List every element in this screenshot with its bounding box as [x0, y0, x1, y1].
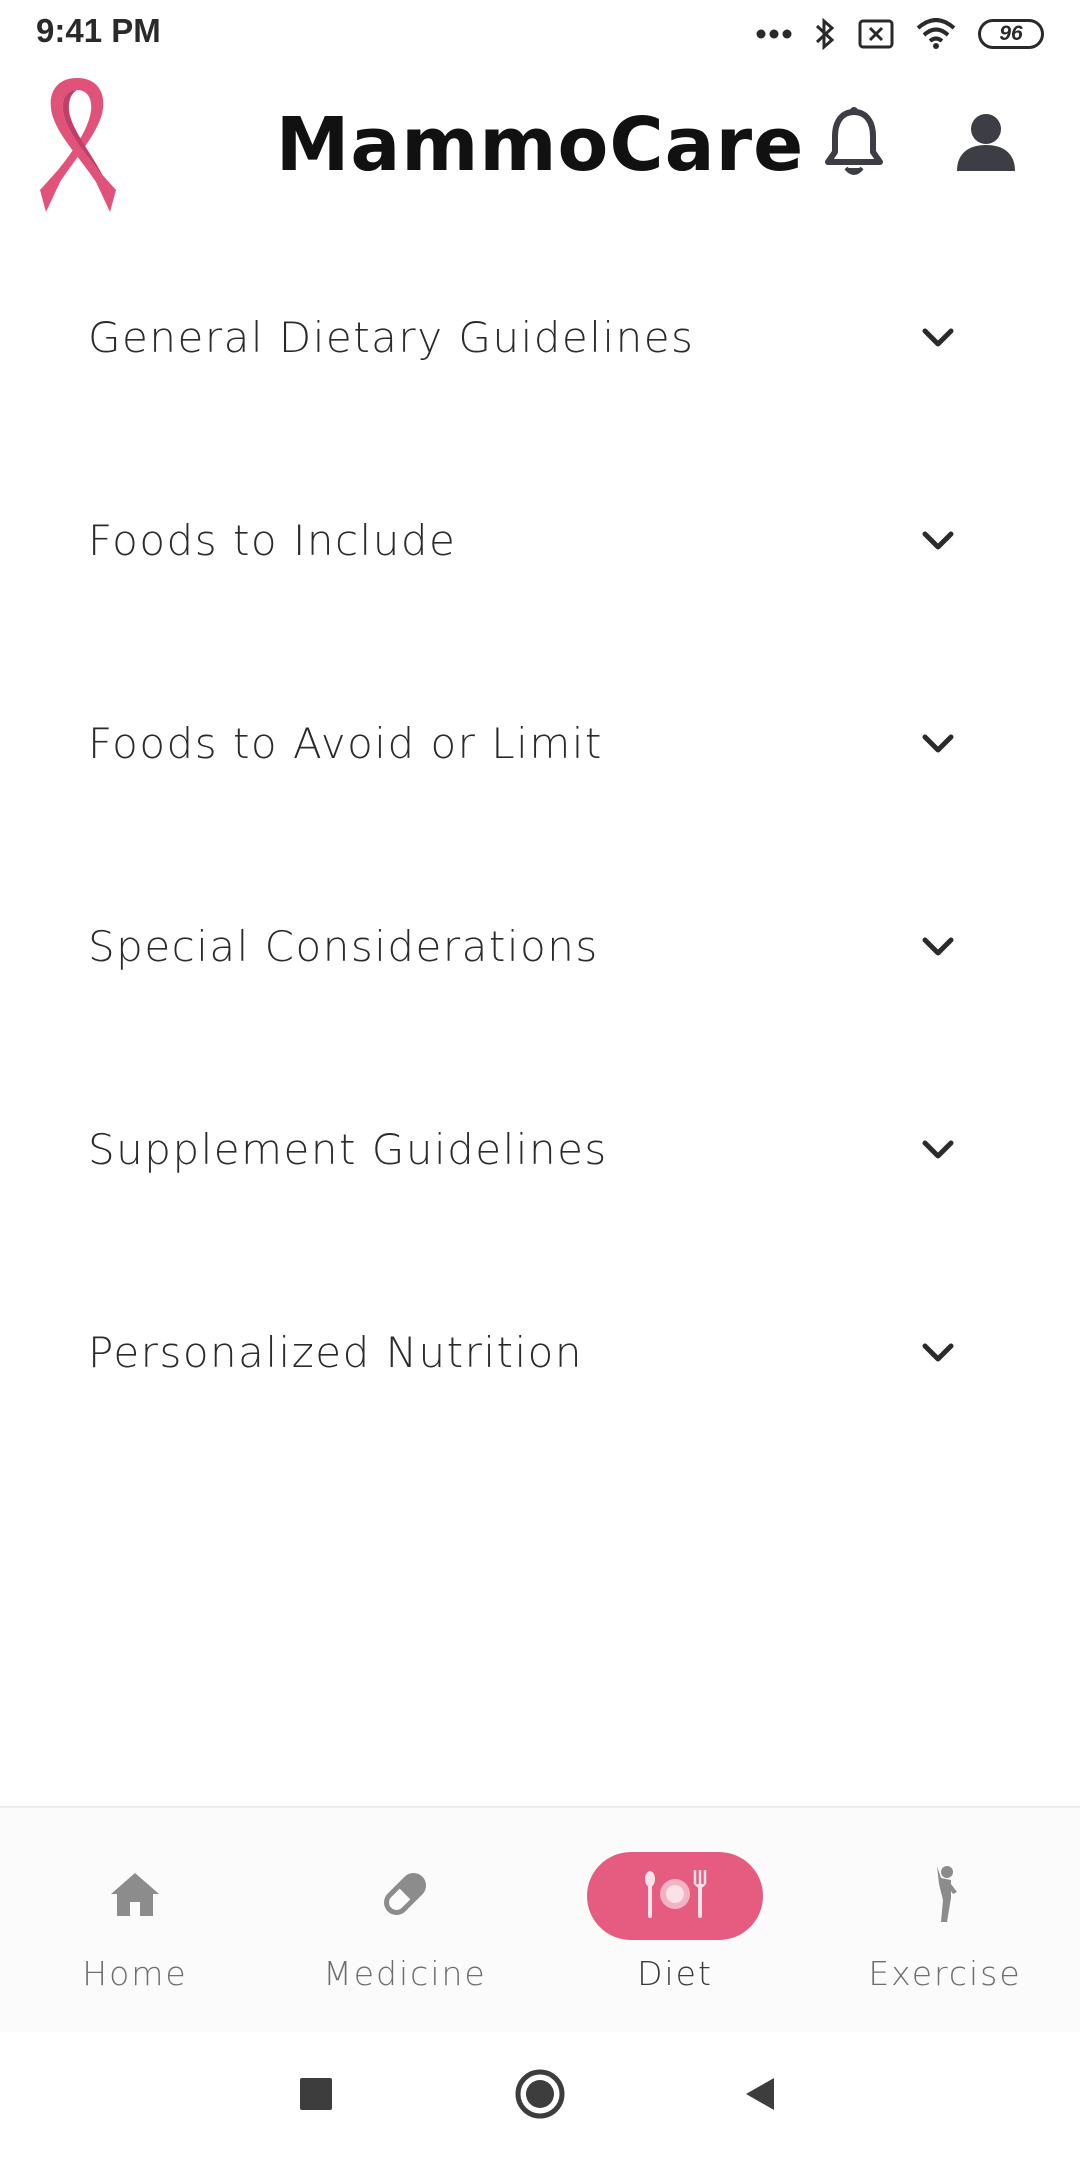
chevron-down-icon[interactable] — [918, 724, 958, 764]
section-general-dietary-guidelines[interactable]: General Dietary Guidelines — [0, 236, 1080, 439]
section-label: Special Considerations — [88, 922, 599, 971]
section-label: Foods to Include — [88, 516, 457, 565]
app-title: MammoCare — [275, 102, 805, 188]
nav-label-medicine: Medicine — [323, 1954, 487, 1993]
nav-label-exercise: Exercise — [868, 1954, 1022, 1993]
wifi-icon — [916, 18, 956, 50]
recents-button[interactable] — [286, 2066, 346, 2126]
notifications-button[interactable] — [814, 104, 894, 184]
nav-item-medicine[interactable]: Medicine — [270, 1808, 540, 2032]
battery-level: 96 — [999, 22, 1023, 45]
bell-icon — [823, 106, 885, 182]
app-header: MammoCare — [0, 66, 1080, 236]
chevron-down-icon[interactable] — [918, 927, 958, 967]
section-foods-to-include[interactable]: Foods to Include — [0, 439, 1080, 642]
bottom-nav: Home Medicine Diet Exercise — [0, 1806, 1080, 2032]
nav-label-home: Home — [82, 1954, 188, 1993]
profile-button[interactable] — [946, 104, 1026, 184]
signal-dots-icon — [756, 28, 792, 40]
section-supplement-guidelines[interactable]: Supplement Guidelines — [0, 1048, 1080, 1251]
chevron-down-icon[interactable] — [918, 1333, 958, 1373]
nav-pill — [317, 1852, 493, 1940]
no-sim-icon — [858, 19, 894, 49]
chevron-down-icon[interactable] — [918, 1130, 958, 1170]
system-nav-bar — [0, 2032, 1080, 2160]
exercise-icon — [925, 1864, 965, 1928]
chevron-down-icon[interactable] — [918, 318, 958, 358]
home-button[interactable] — [510, 2066, 570, 2126]
section-label: Foods to Avoid or Limit — [88, 719, 603, 768]
bluetooth-icon — [814, 17, 836, 51]
section-special-considerations[interactable]: Special Considerations — [0, 845, 1080, 1048]
status-time: 9:41 PM — [36, 12, 161, 49]
nav-pill — [857, 1852, 1033, 1940]
nav-pill — [47, 1852, 223, 1940]
section-label: Supplement Guidelines — [88, 1125, 608, 1174]
status-icons: 96 — [756, 12, 1044, 56]
nav-item-home[interactable]: Home — [0, 1808, 270, 2032]
nav-pill-active — [587, 1852, 763, 1940]
section-foods-to-avoid-or-limit[interactable]: Foods to Avoid or Limit — [0, 642, 1080, 845]
back-triangle-icon — [740, 2074, 780, 2118]
section-label: General Dietary Guidelines — [88, 313, 695, 362]
pill-icon — [379, 1868, 431, 1924]
diet-icon — [643, 1866, 707, 1926]
back-button[interactable] — [730, 2066, 790, 2126]
nav-item-exercise[interactable]: Exercise — [810, 1808, 1080, 2032]
chevron-down-icon[interactable] — [918, 521, 958, 561]
nav-label-diet: Diet — [637, 1954, 713, 1993]
square-icon — [298, 2076, 334, 2116]
section-personalized-nutrition[interactable]: Personalized Nutrition — [0, 1251, 1080, 1454]
status-bar: 9:41 PM 96 — [0, 0, 1080, 66]
diet-sections-list: General Dietary Guidelines Foods to Incl… — [0, 236, 1080, 1454]
nav-item-diet[interactable]: Diet — [540, 1808, 810, 2032]
home-icon — [109, 1870, 161, 1922]
battery-icon: 96 — [978, 19, 1044, 49]
user-icon — [955, 111, 1017, 177]
section-label: Personalized Nutrition — [88, 1328, 583, 1377]
circle-icon — [514, 2068, 566, 2124]
